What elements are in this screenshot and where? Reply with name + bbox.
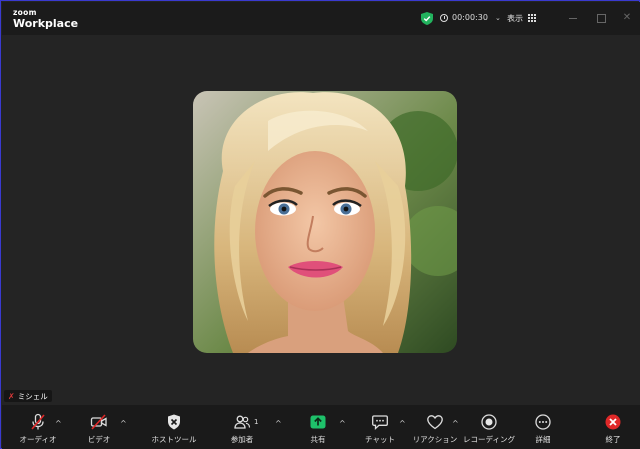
recording-button[interactable]: レコーディング xyxy=(459,413,519,445)
participants-options-caret[interactable]: ^ xyxy=(275,419,282,428)
zoom-logo: zoom Workplace xyxy=(13,9,78,29)
recording-label: レコーディング xyxy=(463,435,515,444)
share-up-icon xyxy=(310,415,326,429)
video-stage xyxy=(2,35,640,405)
video-label: ビデオ xyxy=(87,435,111,444)
minimize-button[interactable] xyxy=(565,10,581,26)
participant-name-tag: ✗ ミシェル xyxy=(4,390,52,402)
view-button[interactable]: 表示 xyxy=(507,13,523,24)
participant-video xyxy=(193,91,457,353)
logo-big-text: Workplace xyxy=(13,16,79,30)
audio-button[interactable]: オーディオ xyxy=(8,413,68,445)
end-label: 終了 xyxy=(605,435,621,444)
reactions-options-caret[interactable]: ^ xyxy=(452,419,459,428)
more-button[interactable]: 詳細 xyxy=(513,413,573,445)
reactions-label: リアクション xyxy=(412,435,458,444)
meeting-timer[interactable]: 00:00:30 ⌄ xyxy=(440,13,501,22)
heart-icon xyxy=(427,415,443,430)
clock-icon xyxy=(440,13,448,22)
grid-icon[interactable] xyxy=(528,14,536,22)
more-label: 詳細 xyxy=(535,435,551,444)
shield-check-icon[interactable] xyxy=(421,12,433,25)
timer-text: 00:00:30 xyxy=(452,13,488,22)
title-bar: zoom Workplace 00:00:30 ⌄ 表示 ✕ xyxy=(2,2,640,35)
chevron-down-icon: ⌄ xyxy=(494,13,501,22)
end-meeting-button[interactable]: 終了 xyxy=(583,413,640,445)
video-button[interactable]: ビデオ xyxy=(69,413,129,445)
participants-button[interactable]: 参加者 xyxy=(212,413,272,445)
chat-label: チャット xyxy=(365,435,395,444)
participants-label: 参加者 xyxy=(230,435,254,444)
meeting-toolbar: オーディオ ^ ビデオ ^ ホストツール 参加者 1 ^ 共有 ^ チャット ^… xyxy=(2,405,640,449)
record-icon xyxy=(481,414,497,430)
audio-label: オーディオ xyxy=(19,435,57,444)
audio-options-caret[interactable]: ^ xyxy=(55,419,62,428)
ellipsis-icon xyxy=(535,414,551,430)
host-tools-label: ホストツール xyxy=(151,435,197,444)
reactions-button[interactable]: リアクション xyxy=(405,413,465,445)
host-tools-button[interactable]: ホストツール xyxy=(144,413,204,445)
shield-icon xyxy=(168,414,180,430)
mic-off-icon xyxy=(31,413,45,430)
share-label: 共有 xyxy=(310,435,326,444)
logo-small-text: zoom xyxy=(13,8,37,17)
chat-button[interactable]: チャット xyxy=(350,413,410,445)
maximize-button[interactable] xyxy=(593,10,609,26)
people-icon xyxy=(234,415,251,429)
participants-count: 1 xyxy=(254,418,259,426)
video-off-icon xyxy=(90,414,107,430)
video-options-caret[interactable]: ^ xyxy=(120,419,127,428)
mic-off-icon: ✗ xyxy=(8,391,15,401)
share-button[interactable]: 共有 xyxy=(288,413,348,445)
close-window-button[interactable]: ✕ xyxy=(619,10,635,26)
participant-name: ミシェル xyxy=(17,391,48,401)
close-icon xyxy=(605,414,621,430)
share-options-caret[interactable]: ^ xyxy=(339,419,346,428)
zoom-window: zoom Workplace 00:00:30 ⌄ 表示 ✕ ✗ ミシェル オー… xyxy=(0,0,640,449)
chat-icon xyxy=(372,415,388,430)
